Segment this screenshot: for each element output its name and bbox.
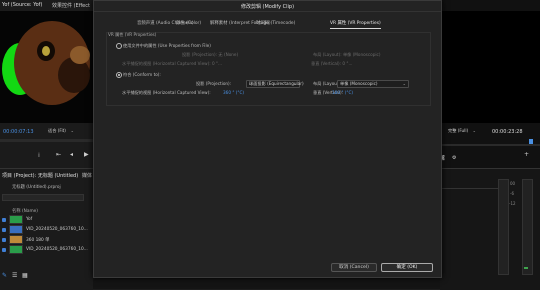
pencil-icon[interactable]: ✎	[2, 272, 7, 279]
conform-h-view-label: 水平捕捉的视图 (Horizontal Captured View):	[122, 90, 211, 95]
tab-color[interactable]: 颜色 (Color)	[176, 20, 201, 26]
h-view-value[interactable]: 360 ° (°C)	[223, 90, 244, 95]
layout-select[interactable]: 单像 (Monoscopic) ⌄	[337, 80, 409, 88]
item-name: VID_20240520_063760_10...	[26, 227, 88, 232]
item-name: 360 180 单	[26, 237, 50, 243]
item-checkbox[interactable]	[2, 237, 6, 242]
source-panel: Yof (Source: Yof) 效果控件 (Effect 00:00:07:…	[0, 0, 93, 168]
list-view-icon[interactable]: ☰	[12, 272, 17, 279]
tab-source[interactable]: Yof (Source: Yof)	[2, 2, 42, 8]
list-item[interactable]: 360 180 单	[2, 235, 94, 244]
meter-scale-0: 00	[510, 181, 516, 186]
file-h-view-label: 水平捕捉的视图 (Horizontal Captured View): 0 °.…	[122, 61, 223, 66]
audio-meter-right	[522, 179, 533, 275]
use-file-properties-radio[interactable]	[116, 43, 122, 49]
layout-value: 单像 (Monoscopic)	[340, 81, 378, 86]
tab-project[interactable]: 项目 (Project): 无标题 (Untitled)	[2, 172, 78, 179]
tab-timecode[interactable]: 时间码 (Timecode)	[256, 20, 295, 26]
item-checkbox[interactable]	[2, 217, 6, 222]
name-column-header[interactable]: 名称 (Name)	[12, 208, 38, 214]
item-name: VID_20240520_063760_10...	[26, 247, 88, 252]
file-projection-label: 投影 (Projection): 无 (None)	[182, 52, 239, 57]
tab-media-browser[interactable]: 媒体	[82, 172, 92, 179]
group-title: VR 属性 (VR Properties)	[108, 32, 157, 37]
icon-view-icon[interactable]: ▦	[22, 272, 28, 279]
program-timecode: 00:00:23:28	[492, 129, 523, 135]
chevron-down-icon: ⌄	[402, 81, 406, 86]
program-panel: 完整 (Full) ⌄ 00:00:23:28 +	[440, 0, 540, 168]
source-timecode: 00:00:07:13	[3, 129, 34, 135]
item-checkbox[interactable]	[2, 227, 6, 232]
settings-icon[interactable]: ⚙	[452, 155, 456, 161]
item-thumbnail	[9, 245, 23, 254]
projection-select[interactable]: 球面投影 (Equirectangular) ⌄	[246, 80, 304, 88]
tab-effect-controls[interactable]: 效果控件 (Effect	[52, 2, 90, 9]
list-item[interactable]: VID_20240520_063760_10...	[2, 225, 94, 234]
file-v-label: 垂直 (Vertical): 0 °...	[311, 61, 353, 66]
program-quality-label: 完整 (Full)	[448, 128, 469, 133]
program-video-frame	[440, 11, 540, 123]
chevron-down-icon: ⌄	[70, 128, 74, 133]
project-file-name: 无标题 (Untitled).prproj	[12, 185, 61, 190]
item-checkbox[interactable]	[2, 247, 6, 252]
play-icon[interactable]: ▶	[84, 151, 89, 158]
conform-projection-label: 投影 (Projection):	[196, 81, 232, 86]
item-thumbnail	[9, 215, 23, 224]
tab-vr-properties[interactable]: VR 属性 (VR Properties)	[330, 20, 381, 29]
source-scrubber[interactable]	[0, 139, 93, 142]
meter-green-mark	[524, 267, 528, 269]
conform-to-radio[interactable]	[116, 72, 122, 78]
v-value[interactable]: 180 ° (°C)	[332, 90, 353, 95]
dialog-title-divider	[94, 11, 441, 12]
timeline-panel: ◙ ⚙ 00 -6 -12	[440, 155, 540, 290]
program-quality-select[interactable]: 完整 (Full) ⌄	[446, 128, 478, 134]
project-search-field[interactable]	[2, 194, 84, 201]
project-panel: 项目 (Project): 无标题 (Untitled) 媒体 无标题 (Unt…	[0, 168, 93, 290]
mark-in-icon[interactable]: ⁞	[38, 152, 40, 159]
use-file-properties-label[interactable]: 使用文件中的属性 (Use Properties from File)	[123, 43, 211, 49]
dog-video-frame	[0, 11, 93, 123]
play-back-icon[interactable]: ◂	[70, 151, 73, 158]
add-icon[interactable]: +	[524, 151, 529, 158]
source-fit-select[interactable]: 适合 (Fit) ⌄	[46, 128, 76, 134]
chevron-down-icon: ⌄	[472, 128, 476, 133]
list-item[interactable]: Yof	[2, 215, 94, 224]
source-video-frame	[0, 11, 93, 123]
meter-scale-2: -12	[509, 201, 516, 206]
cancel-button[interactable]: 取消 (Cancel)	[331, 263, 377, 272]
dialog-title: 修改剪辑 (Modify Clip)	[240, 4, 295, 10]
step-back-icon[interactable]: ⇤	[56, 151, 61, 158]
ok-button[interactable]: 确定 (OK)	[381, 263, 433, 272]
program-scrubber[interactable]	[440, 144, 540, 146]
source-fit-label: 适合 (Fit)	[48, 128, 66, 133]
chevron-down-icon: ⌄	[293, 81, 297, 86]
item-thumbnail	[9, 235, 23, 244]
item-thumbnail	[9, 225, 23, 234]
item-name: Yof	[26, 217, 33, 222]
modify-clip-dialog: 修改剪辑 (Modify Clip) 音频声道 (Audio Channels)…	[93, 0, 442, 278]
conform-to-label[interactable]: 符合 (Conform to):	[123, 72, 161, 78]
file-layout-label: 布局 (Layout): 单像 (Monoscopic)	[313, 52, 381, 57]
timeline-ruler	[440, 183, 500, 189]
audio-meter-left	[498, 179, 509, 275]
list-item[interactable]: VID_20240520_063760_10...	[2, 245, 94, 254]
meter-scale-1: -6	[510, 191, 514, 196]
